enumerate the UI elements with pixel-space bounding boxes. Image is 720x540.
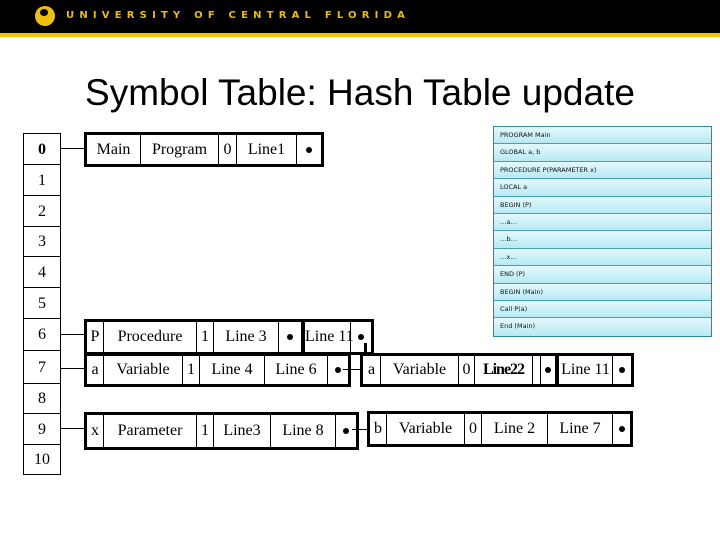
pointer-dot-icon bbox=[306, 146, 312, 153]
record-field: x bbox=[87, 415, 104, 447]
record-a-local: a Variable 1 Line 4 Line 6 bbox=[84, 353, 351, 387]
code-line: BEGIN (Main) bbox=[494, 283, 711, 301]
hash-index-5: 5 bbox=[23, 287, 61, 319]
record-field: P bbox=[87, 322, 104, 352]
pointer-dot-icon bbox=[343, 428, 349, 434]
record-field: Line 11 bbox=[302, 322, 354, 352]
hash-index-3: 3 bbox=[23, 226, 61, 257]
record-field: Variable bbox=[387, 414, 465, 444]
record-field: Line 2 bbox=[482, 414, 548, 444]
record-field: Line 4 bbox=[200, 356, 265, 384]
record-field: 1 bbox=[183, 356, 200, 384]
hash-index-0: 0 bbox=[23, 133, 61, 165]
pointer-cell bbox=[336, 415, 356, 447]
record-field: Line3 bbox=[214, 415, 271, 447]
record-field: 0 bbox=[219, 135, 237, 164]
record-a-global: a Variable 0 Line22 Line 11 bbox=[360, 353, 634, 387]
hash-index-6: 6 bbox=[23, 318, 61, 351]
pointer-dot-icon bbox=[619, 367, 625, 373]
record-field: Main bbox=[87, 135, 141, 164]
record-field bbox=[533, 356, 541, 384]
pointer-dot-icon bbox=[618, 426, 625, 432]
code-line: …x… bbox=[494, 248, 711, 267]
record-field: Procedure bbox=[104, 322, 197, 352]
record-field: Line 7 bbox=[548, 414, 613, 444]
record-b: b Variable 0 Line 2 Line 7 bbox=[367, 411, 633, 447]
pointer-cell bbox=[297, 135, 321, 164]
record-field: 0 bbox=[465, 414, 482, 444]
record-field: 1 bbox=[197, 322, 214, 352]
hash-index-1: 1 bbox=[23, 164, 61, 196]
connector-line bbox=[343, 369, 360, 370]
code-line: BEGIN (P) bbox=[494, 196, 711, 214]
pointer-cell bbox=[328, 356, 348, 384]
pointer-dot-icon bbox=[545, 367, 551, 373]
pointer-cell bbox=[613, 414, 630, 444]
code-listing: PROGRAM Main GLOBAL a, b PROCEDURE P(PARAM… bbox=[493, 126, 712, 337]
hash-index-9: 9 bbox=[23, 413, 61, 445]
code-line: Call P(a) bbox=[494, 300, 711, 319]
record-p: P Procedure 1 Line 3 Line 11 bbox=[84, 319, 374, 355]
record-field: Program bbox=[141, 135, 219, 164]
code-line: PROGRAM Main bbox=[494, 127, 711, 145]
hash-index-8: 8 bbox=[23, 383, 61, 414]
code-line: …a… bbox=[494, 213, 711, 232]
record-field: a bbox=[87, 356, 104, 384]
record-field: Line 3 bbox=[214, 322, 279, 352]
record-field: Variable bbox=[381, 356, 459, 384]
hash-index-2: 2 bbox=[23, 195, 61, 227]
pointer-cell bbox=[613, 356, 631, 384]
hash-index-4: 4 bbox=[23, 256, 61, 288]
code-line: GLOBAL a, b bbox=[494, 144, 711, 162]
record-field: 0 bbox=[459, 356, 475, 384]
record-field: Variable bbox=[104, 356, 183, 384]
record-field: Line 11 bbox=[556, 356, 613, 384]
pointer-cell bbox=[351, 322, 371, 352]
pointer-cell bbox=[279, 322, 302, 352]
header-accent-line bbox=[0, 33, 720, 37]
record-main: Main Program 0 Line1 bbox=[84, 132, 324, 167]
record-field: a bbox=[363, 356, 381, 384]
record-field: Line1 bbox=[237, 135, 297, 164]
record-field: b bbox=[370, 414, 387, 444]
connector-line bbox=[61, 428, 84, 429]
code-line: …b… bbox=[494, 231, 711, 249]
connector-line bbox=[364, 343, 367, 355]
pointer-dot-icon bbox=[287, 334, 293, 340]
connector-line bbox=[352, 429, 367, 430]
record-field: Parameter bbox=[104, 415, 197, 447]
record-field: 1 bbox=[197, 415, 214, 447]
code-line: LOCAL a bbox=[494, 179, 711, 197]
pointer-dot-icon bbox=[335, 367, 341, 373]
code-line: End (Main) bbox=[494, 318, 711, 336]
pointer-dot-icon bbox=[358, 334, 364, 340]
record-field: Line 6 bbox=[265, 356, 328, 384]
slide-title: Symbol Table: Hash Table update bbox=[85, 72, 635, 113]
hash-index-10: 10 bbox=[23, 444, 61, 475]
record-field: Line22 bbox=[475, 356, 533, 384]
pointer-cell bbox=[541, 356, 556, 384]
code-line: END (P) bbox=[494, 266, 711, 284]
record-x: x Parameter 1 Line3 Line 8 bbox=[84, 412, 359, 450]
header-bar: UNIVERSITY OF CENTRAL FLORIDA bbox=[0, 0, 720, 33]
connector-line bbox=[61, 368, 84, 369]
code-line: PROCEDURE P(PARAMETER x) bbox=[494, 161, 711, 180]
hash-index-7: 7 bbox=[23, 350, 61, 384]
connector-line bbox=[61, 334, 84, 335]
university-wordmark: UNIVERSITY OF CENTRAL FLORIDA bbox=[66, 10, 411, 21]
ucf-pegasus-logo-icon bbox=[35, 6, 55, 26]
connector-line bbox=[61, 148, 84, 149]
record-field: Line 8 bbox=[271, 415, 336, 447]
